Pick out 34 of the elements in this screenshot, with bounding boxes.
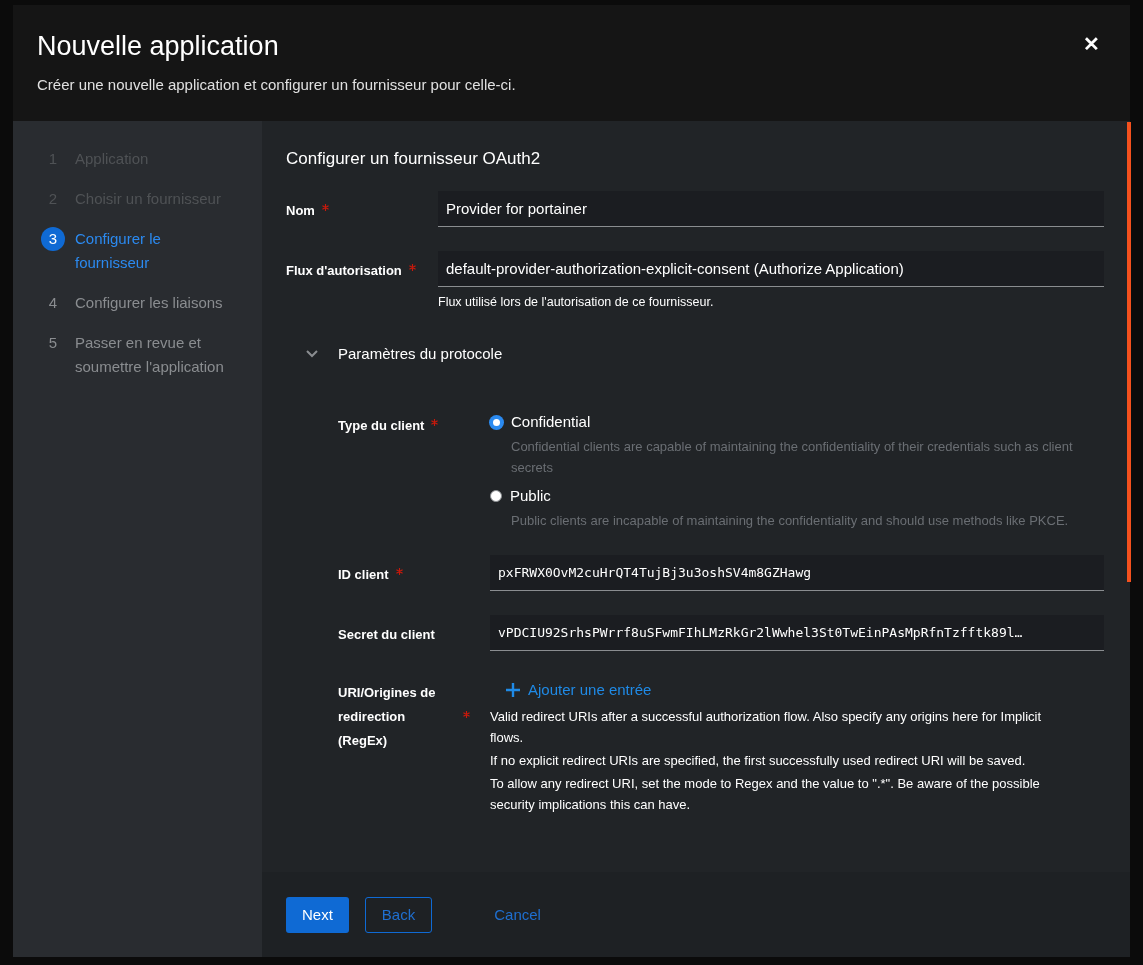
section-toggle[interactable]: Paramètres du protocole [286, 333, 503, 362]
input-field[interactable]: default-provider-authorization-explicit-consent (Authorize Application) [438, 251, 1104, 287]
help-text: If no explicit redirect URIs are specified, the first successfully used redirect URI will be saved. [490, 752, 1027, 770]
field-label: Type du client [338, 417, 425, 433]
close-button[interactable]: ✕ [1077, 29, 1106, 59]
wizard-step[interactable]: 3 Configurer le fournisseur [41, 227, 262, 275]
field-label: Flux d'autorisation [286, 262, 402, 278]
help-text: Flux utilisé lors de l'autorisation de ce fournisseur. [438, 295, 715, 309]
radio-option[interactable]: Confidential [490, 410, 1104, 434]
field-label: Nom [286, 202, 315, 218]
wizard-step[interactable]: 4 Configurer les liaisons [41, 291, 262, 315]
back-button[interactable]: Back [364, 896, 433, 933]
input-field[interactable]: vPDCIU92SrhsPWrrf8uSFwmFIhLMzRkGr2lWwhel3St0TwEinPAsMpRfnTzfftk89l… [490, 615, 1104, 651]
scrollbar[interactable] [1127, 122, 1131, 582]
wizard-step[interactable]: 5 Passer en revue et soumettre l'application [41, 331, 262, 379]
input-field[interactable]: pxFRWX0OvM2cuHrQT4TujBj3u3oshSV4m8GZHawg [490, 555, 1104, 591]
input-field[interactable]: Provider for portainer [438, 191, 1104, 227]
field-label: URI/Origines de redirection (RegEx) [338, 684, 437, 750]
option-description: Confidential clients are capable of maintaining the confidentiality of their credentials such as client secrets [510, 438, 1074, 477]
option-description: Public clients are incapable of maintaining the confidentiality and should use methods like PKCE. [510, 512, 1070, 530]
next-button[interactable]: Next [286, 896, 349, 933]
modal-subtitle: Créer une nouvelle application et configurer un fournisseur pour celle-ci. [37, 76, 516, 93]
help-text: To allow any redirect URI, set the mode to Regex and the value to ".*". Be aware of the possible security implications this can have. [490, 775, 1041, 814]
cancel-link[interactable]: Cancel [478, 896, 557, 933]
radio-button[interactable] [490, 490, 502, 502]
field-label: ID client [338, 566, 389, 582]
form-title: Configurer un fournisseur OAuth2 [286, 149, 542, 169]
radio-button[interactable] [490, 415, 503, 429]
modal-title: Nouvelle application [37, 31, 280, 62]
add-entry-button[interactable]: Ajouter une entrée [490, 675, 668, 704]
help-text: Valid redirect URIs after a successful authorization flow. Also specify any origins here for Implicit flows. [490, 708, 1043, 747]
radio-option[interactable]: Public [490, 484, 1104, 508]
field-label: Secret du client [338, 626, 435, 642]
plus-icon [506, 682, 520, 697]
